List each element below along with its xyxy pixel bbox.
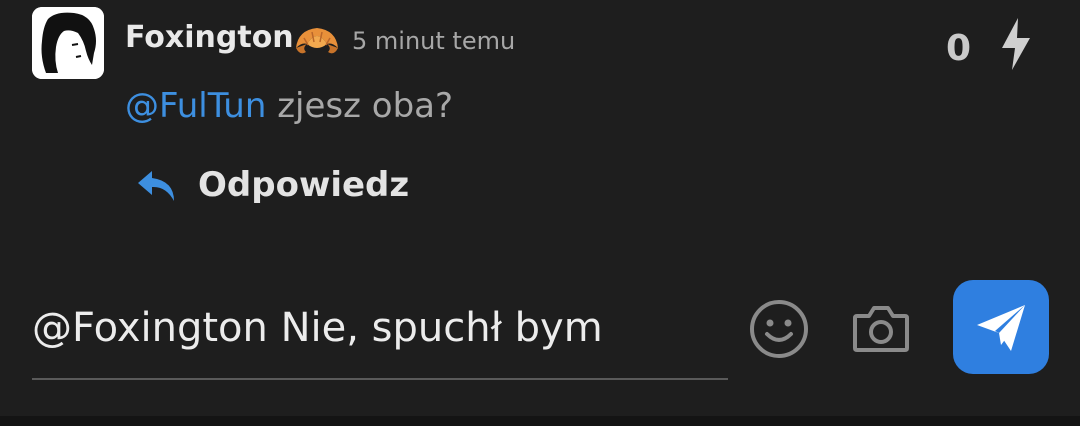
reply-button[interactable]: Odpowiedz [134,160,409,210]
smiley-icon[interactable] [748,298,810,360]
message-input[interactable] [32,278,728,380]
vote-count: 0 [946,28,972,69]
croissant-icon [292,18,342,62]
comment: Foxington 5 minut temu 0 @FulTun zjesz o… [0,0,1080,250]
comment-body: zjesz oba? [266,86,454,126]
avatar-image [32,7,104,79]
mention-link[interactable]: @FulTun [125,86,266,126]
comment-text: @FulTun zjesz oba? [125,86,453,126]
paper-plane-icon [971,297,1031,357]
avatar[interactable] [32,7,104,79]
reply-arrow-icon [134,165,180,205]
compose-bar [0,250,1080,416]
camera-icon[interactable] [851,302,911,356]
send-button[interactable] [953,280,1049,374]
bottom-edge [0,416,1080,426]
lightning-bolt-icon[interactable] [998,16,1034,72]
reply-label: Odpowiedz [198,165,410,205]
timestamp: 5 minut temu [352,27,516,55]
author-name[interactable]: Foxington [125,20,294,55]
